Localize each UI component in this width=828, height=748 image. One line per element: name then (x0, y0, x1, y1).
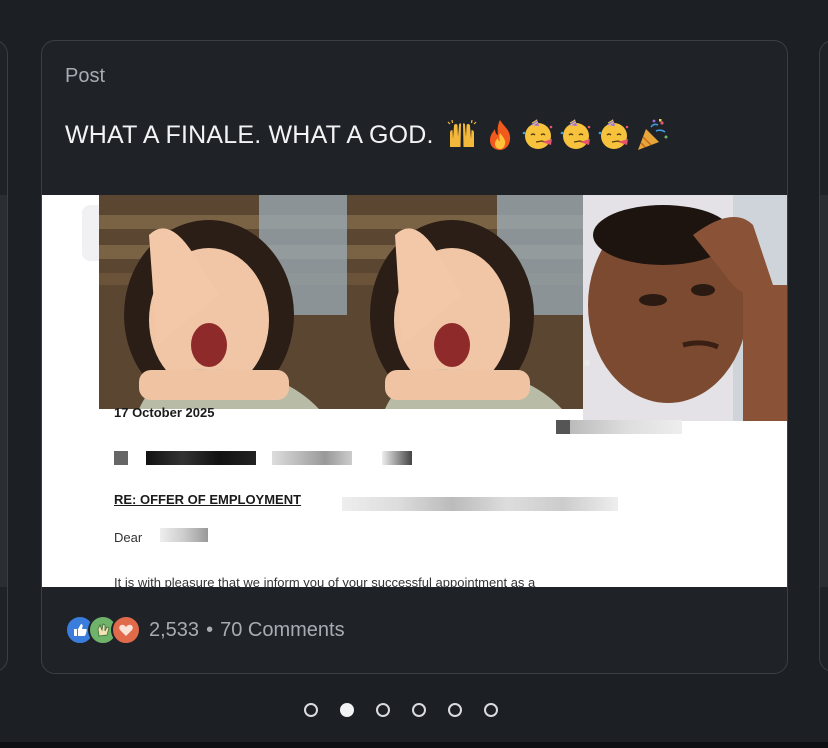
redaction-block (146, 451, 256, 465)
meme-photo-child-1 (99, 195, 347, 409)
doc-date: 17 October 2025 (114, 405, 215, 420)
love-reaction-icon (111, 615, 141, 645)
post-footer: 2,533 • 70 Comments (65, 615, 345, 645)
previous-card-edge[interactable] (0, 40, 8, 672)
pagination-dot-4[interactable] (412, 703, 426, 717)
partying-face-emoji (560, 119, 591, 149)
redaction-block (382, 451, 412, 465)
fire-emoji (489, 120, 510, 150)
comments-link[interactable]: 70 Comments (220, 619, 345, 642)
meme-photo-man (583, 195, 787, 421)
post-card[interactable]: Post WHAT A FINALE. WHAT A GOD. 17 Octob… (41, 40, 788, 674)
redaction-block (570, 420, 682, 434)
redaction-block (160, 528, 208, 542)
emoji-group (444, 117, 670, 153)
party-popper-emoji (637, 119, 668, 150)
bottom-edge (0, 742, 828, 748)
redaction-block (272, 451, 352, 465)
doc-salutation: Dear (114, 530, 143, 545)
meme-photo-child-2 (347, 195, 583, 409)
reactions-group[interactable] (65, 615, 141, 645)
redaction-block (556, 420, 570, 434)
carousel-pagination (304, 703, 498, 717)
pagination-dot-2[interactable] (340, 703, 354, 717)
doc-heading: RE: OFFER OF EMPLOYMENT (114, 492, 302, 507)
raising-hands-emoji (447, 119, 477, 147)
pagination-dot-6[interactable] (484, 703, 498, 717)
card-type-label: Post (65, 65, 106, 87)
footer-separator: • (206, 618, 214, 641)
pagination-dot-5[interactable] (448, 703, 462, 717)
next-card-edge[interactable] (819, 40, 828, 672)
pagination-dot-1[interactable] (304, 703, 318, 717)
doc-body-line: It is with pleasure that we inform you o… (114, 575, 536, 587)
partying-face-emoji (598, 119, 629, 149)
reaction-count[interactable]: 2,533 (149, 619, 199, 642)
post-text: WHAT A FINALE. WHAT A GOD. (65, 120, 434, 149)
post-image[interactable]: 17 October 2025 RE: OFFER OF EMPLOYMENT … (42, 195, 787, 587)
redaction-block (342, 497, 618, 511)
post-text-row: WHAT A FINALE. WHAT A GOD. (65, 117, 670, 153)
pagination-dot-3[interactable] (376, 703, 390, 717)
redaction-block (114, 451, 128, 465)
partying-face-emoji (522, 119, 553, 149)
